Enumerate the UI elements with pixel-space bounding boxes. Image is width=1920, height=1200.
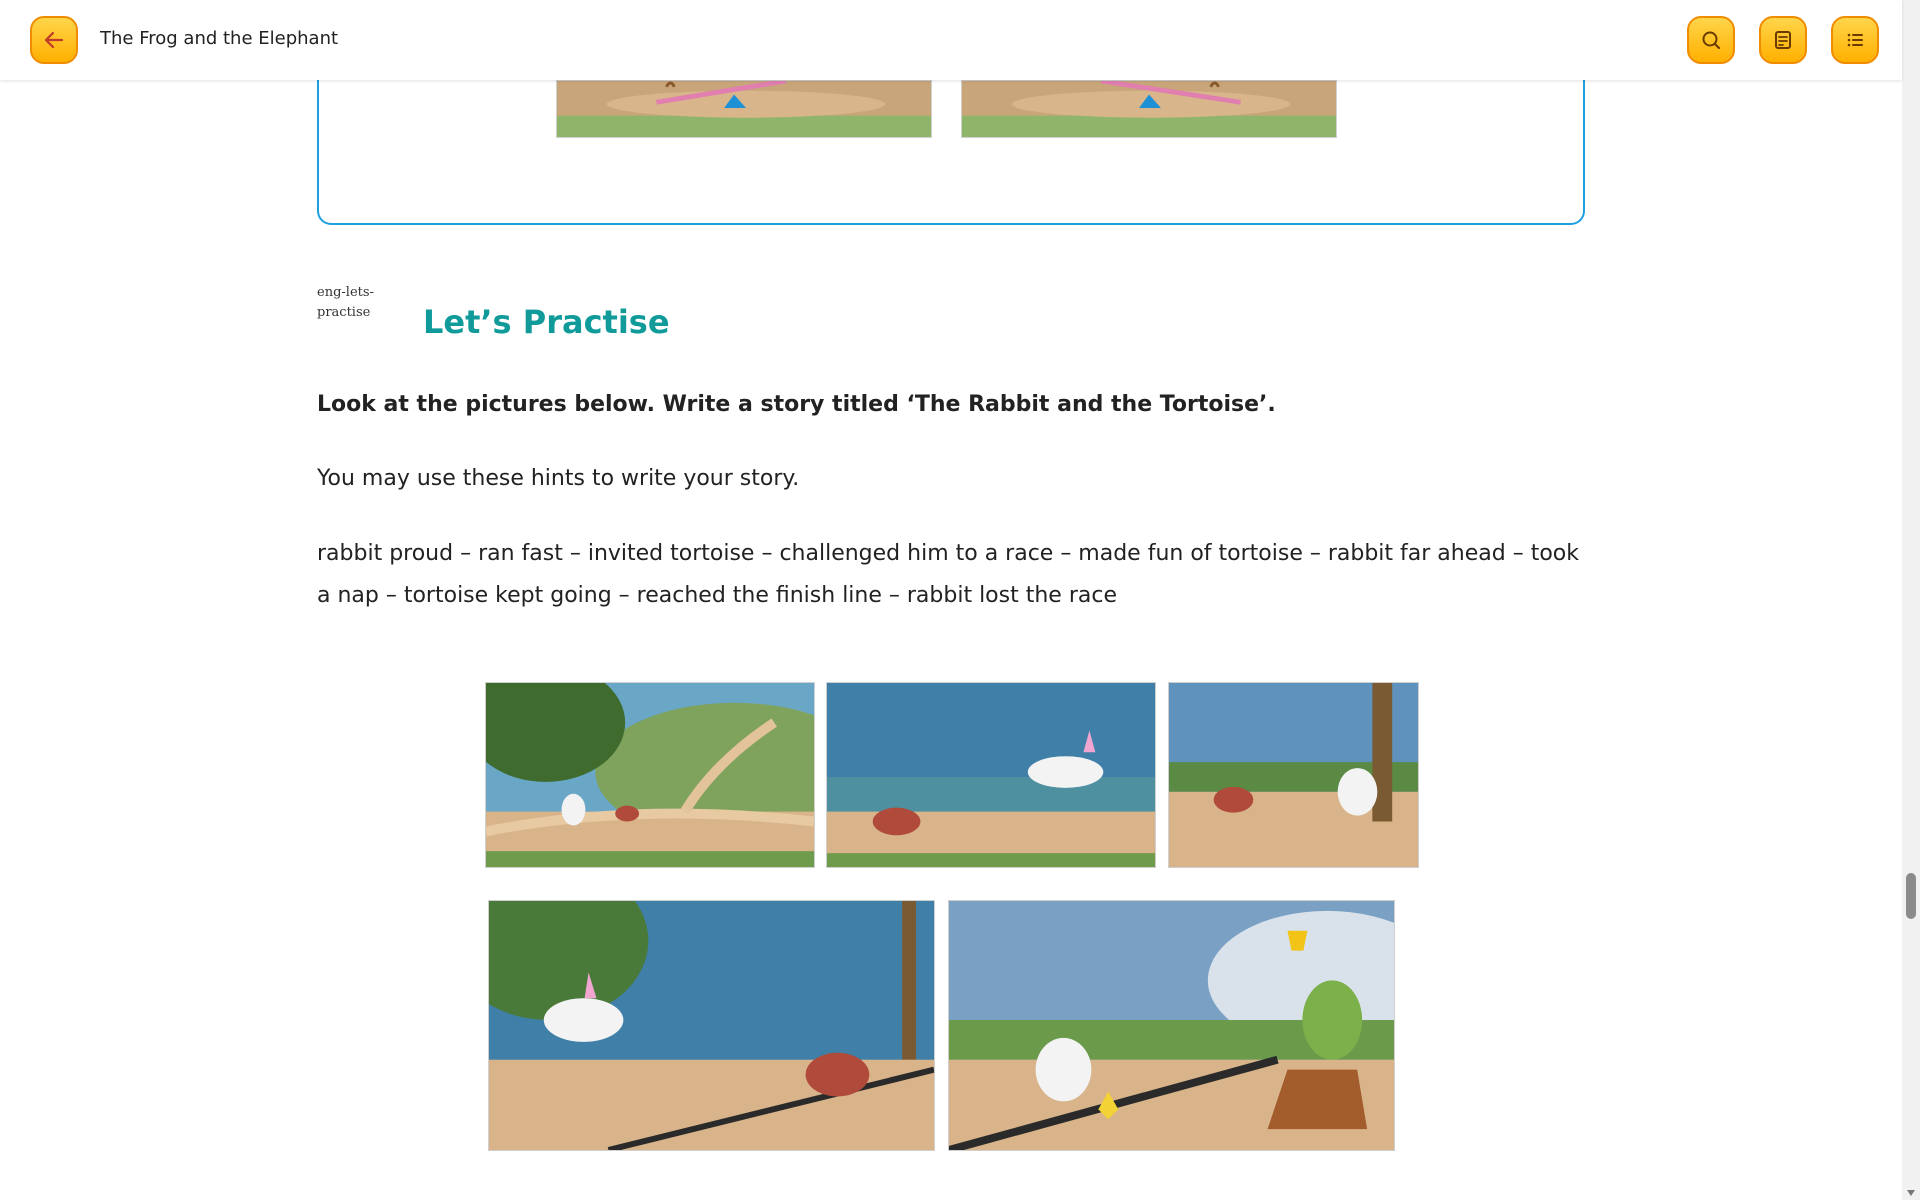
scroll-down-arrow-icon[interactable]	[1907, 1190, 1915, 1196]
instruction-text: Look at the pictures below. Write a stor…	[317, 392, 1276, 417]
story-picture-5	[948, 900, 1395, 1151]
story-picture-3	[1168, 682, 1419, 868]
arrow-left-icon	[44, 31, 64, 49]
contents-menu-button[interactable]	[1831, 16, 1879, 64]
page-scrollbar[interactable]	[1902, 0, 1920, 1200]
story-hints: rabbit proud – ran fast – invited tortoi…	[317, 541, 1579, 608]
story-picture-2	[826, 682, 1156, 868]
notes-button[interactable]	[1759, 16, 1807, 64]
lets-practise-image: eng-lets-practise	[317, 285, 374, 320]
notes-icon	[1775, 31, 1791, 49]
scrollbar-thumb[interactable]	[1906, 873, 1916, 919]
story-picture-4	[488, 900, 935, 1151]
list-icon	[1847, 33, 1863, 47]
search-icon	[1702, 31, 1721, 50]
back-button[interactable]	[30, 16, 78, 64]
search-button[interactable]	[1687, 16, 1735, 64]
section-heading: Let’s Practise	[423, 303, 670, 341]
seesaw-illustration-left	[556, 80, 932, 138]
hint-intro-text: You may use these hints to write your st…	[317, 466, 800, 491]
seesaw-illustration-right	[961, 80, 1337, 138]
top-bar: The Frog and the Elephant	[0, 0, 1902, 80]
story-picture-1	[485, 682, 815, 868]
book-title: The Frog and the Elephant	[100, 28, 339, 49]
